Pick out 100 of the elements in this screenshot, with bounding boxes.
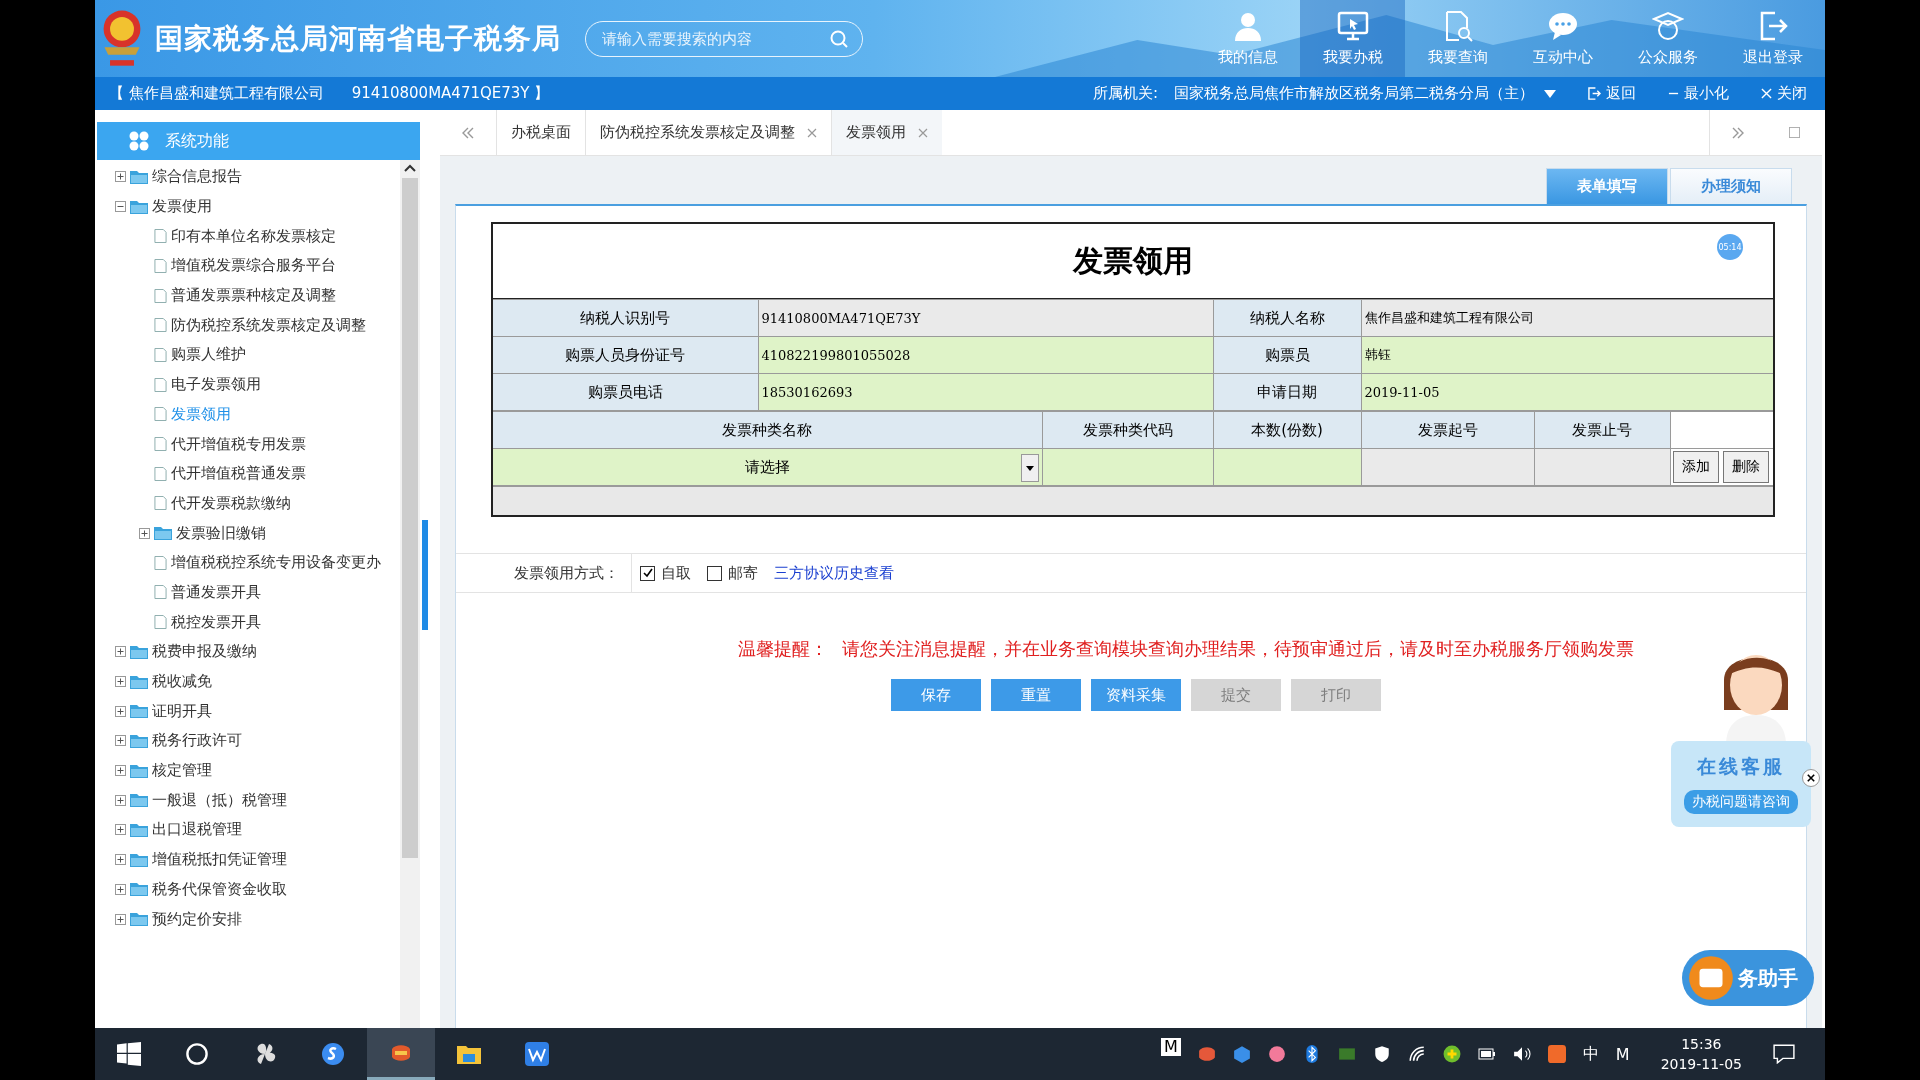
back-icon[interactable] bbox=[1588, 87, 1601, 100]
tree-item[interactable]: 普通发票票种核定及调整 bbox=[171, 286, 336, 306]
expand-toggle[interactable] bbox=[115, 913, 126, 925]
tree-item[interactable]: 代开增值税专用发票 bbox=[171, 434, 306, 454]
document-app-icon[interactable] bbox=[525, 1042, 549, 1066]
input-field[interactable]: 韩钰 bbox=[1361, 336, 1773, 374]
windows-icon[interactable] bbox=[117, 1042, 141, 1066]
app-icon[interactable] bbox=[321, 1042, 345, 1066]
tree-item[interactable]: 税费申报及缴纳 bbox=[152, 642, 257, 662]
input-field[interactable]: 2019-11-05 bbox=[1361, 373, 1773, 411]
tray-text[interactable]: M bbox=[1161, 1038, 1181, 1056]
expand-toggle[interactable] bbox=[115, 765, 126, 777]
window-action[interactable]: 返回 bbox=[1588, 84, 1636, 103]
expand-toggle[interactable] bbox=[115, 705, 126, 717]
row-action-button[interactable]: 添加 bbox=[1672, 451, 1719, 483]
tray-text[interactable]: M bbox=[1615, 1044, 1630, 1064]
tree-item[interactable]: 普通发票开具 bbox=[171, 582, 261, 602]
assistant-icon[interactable] bbox=[1688, 955, 1734, 1001]
input-method-indicator[interactable]: 中 bbox=[1582, 1043, 1599, 1065]
cube-icon[interactable] bbox=[1232, 1045, 1251, 1063]
field-label: 纳税人名称 bbox=[1213, 299, 1361, 337]
expand-toggle[interactable] bbox=[115, 883, 126, 895]
scrollbar[interactable] bbox=[400, 160, 420, 1028]
input-field[interactable]: 焦作昌盛和建筑工程有限公司 bbox=[1361, 299, 1773, 337]
collapse-handle[interactable] bbox=[422, 520, 428, 630]
tree-item[interactable]: 综合信息报告 bbox=[152, 167, 242, 187]
authority-dropdown[interactable]: 国家税务总局焦作市解放区税务局第二税务分局（主） bbox=[1174, 84, 1534, 103]
plus-icon[interactable] bbox=[1442, 1045, 1461, 1063]
tree-item[interactable]: 电子发票领用 bbox=[171, 375, 261, 395]
tree-item[interactable]: 一般退（抵）税管理 bbox=[152, 790, 287, 810]
tree-item[interactable]: 证明开具 bbox=[152, 701, 212, 721]
input-field[interactable]: 18530162693 bbox=[758, 373, 1213, 411]
input-field[interactable]: 91410800MA471QE73Y bbox=[758, 299, 1213, 337]
search-icon[interactable] bbox=[185, 1042, 209, 1066]
search-field[interactable]: 请输入需要搜索的内容 bbox=[585, 20, 863, 57]
tree-item[interactable]: 出口退税管理 bbox=[152, 820, 242, 840]
graduate-icon[interactable] bbox=[1651, 10, 1684, 42]
graphics-icon[interactable] bbox=[1337, 1045, 1356, 1063]
tree-item[interactable]: 税务行政许可 bbox=[152, 731, 242, 751]
tree-item[interactable]: 代开发票税款缴纳 bbox=[171, 493, 291, 513]
expand-toggle[interactable] bbox=[115, 646, 126, 658]
chat-icon[interactable] bbox=[1546, 10, 1579, 42]
caret-icon[interactable] bbox=[1025, 465, 1034, 471]
clock-time[interactable]: 15:36 bbox=[1681, 1034, 1722, 1054]
tree-item[interactable]: 核定管理 bbox=[152, 761, 212, 781]
tree-item[interactable]: 印有本单位名称发票核定 bbox=[171, 226, 336, 246]
expand-toggle[interactable] bbox=[139, 527, 150, 539]
scroll-left-icon[interactable] bbox=[461, 126, 475, 139]
window-action[interactable]: 关闭 bbox=[1761, 84, 1807, 103]
expand-toggle[interactable] bbox=[115, 794, 126, 806]
tree-item[interactable]: 发票使用 bbox=[152, 197, 212, 217]
input-field[interactable]: 410822199801055028 bbox=[758, 336, 1213, 374]
window-action[interactable]: 最小化 bbox=[1668, 84, 1729, 103]
expand-toggle[interactable] bbox=[115, 676, 126, 688]
notification-icon[interactable] bbox=[1773, 1044, 1795, 1064]
tree-item[interactable]: 发票验旧缴销 bbox=[176, 523, 266, 543]
tray-app-icon[interactable] bbox=[1547, 1045, 1566, 1063]
input-field[interactable] bbox=[1213, 448, 1361, 486]
tree-item[interactable]: 增值税税控系统专用设备变更办 bbox=[171, 553, 381, 573]
clock-date[interactable]: 2019-11-05 bbox=[1660, 1054, 1742, 1074]
scroll-right-icon[interactable] bbox=[1731, 126, 1745, 139]
field-label: 纳税人识别号 bbox=[493, 299, 758, 337]
input-field[interactable] bbox=[1042, 448, 1213, 486]
history-link[interactable]: 三方协议历史查看 bbox=[774, 563, 894, 583]
volume-icon[interactable] bbox=[1512, 1045, 1531, 1063]
nav-item[interactable]: 我要办税 bbox=[1300, 0, 1405, 77]
tree-item[interactable]: 税务代保管资金收取 bbox=[152, 879, 287, 899]
tree-item[interactable]: 购票人维护 bbox=[171, 345, 246, 365]
tree-item[interactable]: 增值税抵扣凭证管理 bbox=[152, 850, 287, 870]
scroll-up-icon[interactable] bbox=[404, 164, 416, 172]
tree-item[interactable]: 增值税发票综合服务平台 bbox=[171, 256, 336, 276]
field-label: 购票员电话 bbox=[493, 373, 758, 411]
taskbar-app-icon[interactable] bbox=[367, 1028, 435, 1080]
tab[interactable]: 发票领用 bbox=[831, 110, 942, 155]
expand-toggle[interactable] bbox=[115, 201, 126, 213]
tab[interactable]: 办税桌面 bbox=[496, 110, 585, 155]
monitor-icon[interactable] bbox=[1336, 10, 1369, 42]
page-icon bbox=[154, 465, 167, 482]
invoice-type-select[interactable]: 请选择 bbox=[493, 448, 1042, 486]
tree-item[interactable]: 防伪税控系统发票核定及调整 bbox=[171, 315, 366, 335]
page-icon bbox=[154, 257, 167, 274]
row-action-button[interactable]: 删除 bbox=[1722, 451, 1769, 483]
tree-item[interactable]: 预约定价安排 bbox=[152, 909, 242, 929]
expand-toggle[interactable] bbox=[115, 171, 126, 183]
expand-toggle[interactable] bbox=[115, 824, 126, 836]
tree-item[interactable]: 税收减免 bbox=[152, 672, 212, 692]
input-field[interactable] bbox=[1361, 448, 1534, 486]
wifi-icon[interactable] bbox=[1407, 1045, 1426, 1063]
tray-icon[interactable] bbox=[1197, 1045, 1216, 1063]
input-field[interactable] bbox=[1534, 448, 1670, 486]
checkbox[interactable] bbox=[640, 565, 655, 581]
tree-item[interactable]: 代开增值税普通发票 bbox=[171, 464, 306, 484]
battery-icon[interactable] bbox=[1477, 1048, 1496, 1060]
checkbox[interactable] bbox=[707, 565, 722, 581]
expand-toggle[interactable] bbox=[115, 735, 126, 747]
expand-toggle[interactable] bbox=[115, 854, 126, 866]
tree-item[interactable]: 发票领用 bbox=[171, 404, 231, 424]
shield-icon[interactable] bbox=[1372, 1045, 1391, 1063]
folder-icon bbox=[130, 674, 148, 689]
tree-item[interactable]: 税控发票开具 bbox=[171, 612, 261, 632]
